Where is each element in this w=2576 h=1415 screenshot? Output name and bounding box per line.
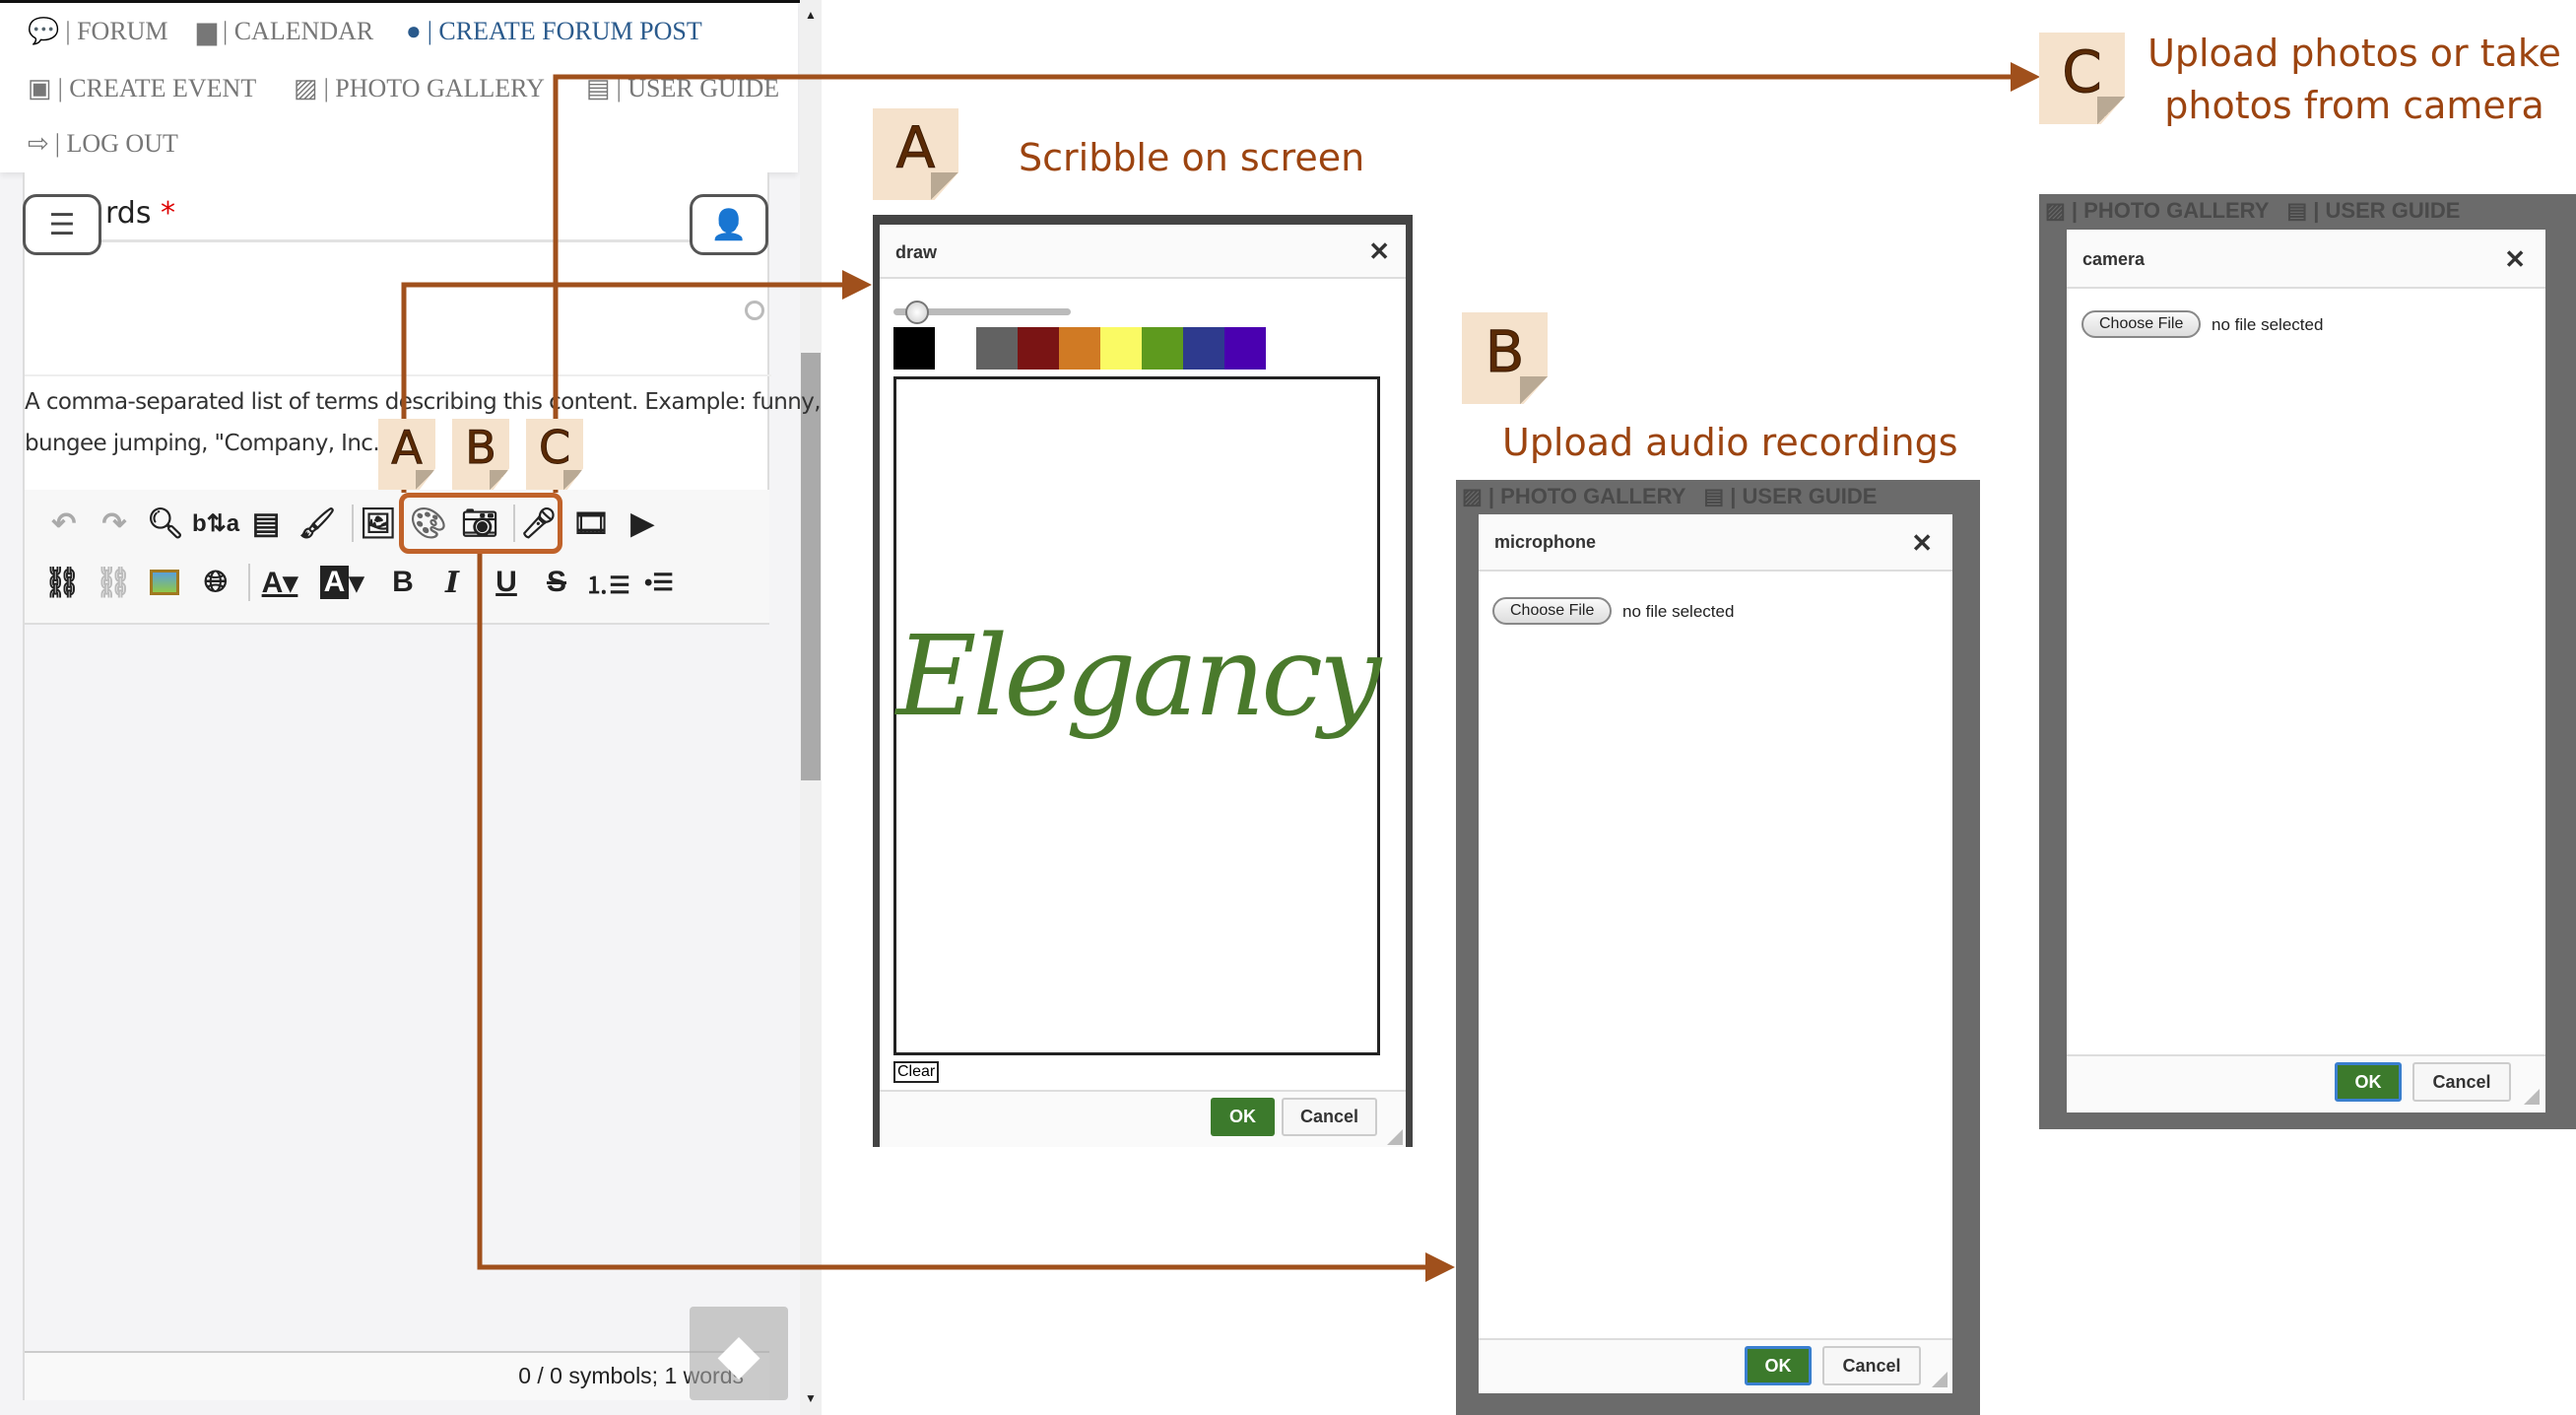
color-swatch[interactable] <box>1142 327 1183 370</box>
color-swatch[interactable] <box>1059 327 1100 370</box>
camera-dialog-title: camera <box>2082 249 2146 269</box>
caption-c: Upload photos or take photos from camera <box>2147 32 2561 127</box>
label-b: B <box>1462 312 1548 404</box>
backdrop-nav: ▨ | PHOTO GALLERY ▤ | USER GUIDE <box>2045 198 2461 223</box>
ok-button[interactable]: OK <box>1211 1098 1275 1136</box>
resize-grip[interactable] <box>2524 1089 2540 1105</box>
label-c: C <box>2039 33 2125 124</box>
backdrop-nav: ▨ | PHOTO GALLERY ▤ | USER GUIDE <box>1462 484 1878 508</box>
color-swatch[interactable] <box>1100 327 1142 370</box>
close-icon[interactable]: ✕ <box>1911 528 1933 559</box>
file-status: no file selected <box>2212 315 2324 334</box>
clear-button[interactable]: Clear <box>893 1061 940 1083</box>
color-swatch[interactable] <box>935 327 976 370</box>
color-swatch[interactable] <box>1018 327 1059 370</box>
choose-file-button[interactable]: Choose File <box>1492 597 1613 625</box>
draw-dialog-header: draw ✕ <box>880 225 1406 279</box>
cancel-button[interactable]: Cancel <box>1282 1098 1377 1136</box>
cancel-button[interactable]: Cancel <box>2412 1062 2511 1102</box>
ok-button[interactable]: OK <box>1745 1346 1812 1385</box>
camera-dialog: camera ✕ Choose File no file selected OK… <box>2067 230 2545 1112</box>
label-c-small: C <box>526 419 583 490</box>
close-icon[interactable]: ✕ <box>2504 244 2526 275</box>
ok-button[interactable]: OK <box>2335 1062 2402 1102</box>
caption-b: Upload audio recordings <box>1502 421 1958 464</box>
color-swatch[interactable] <box>1224 327 1266 370</box>
color-swatches <box>893 327 1266 370</box>
camera-dialog-backdrop: ▨ | PHOTO GALLERY ▤ | USER GUIDE camera … <box>2039 194 2576 1129</box>
mic-dialog-header: microphone ✕ <box>1479 514 1952 572</box>
label-a-small: A <box>378 419 435 490</box>
caption-a: Scribble on screen <box>1019 136 1365 179</box>
slider-knob[interactable] <box>905 301 929 324</box>
resize-grip[interactable] <box>1932 1372 1948 1387</box>
choose-file-button[interactable]: Choose File <box>2081 310 2202 338</box>
mic-dialog-title: microphone <box>1494 532 1597 552</box>
brush-size-slider[interactable] <box>893 301 1071 324</box>
color-swatch[interactable] <box>1183 327 1224 370</box>
color-swatch[interactable] <box>893 327 935 370</box>
drawing-canvas[interactable]: Elegancy <box>893 376 1381 1055</box>
drawing-scribble: Elegancy <box>895 612 1381 741</box>
file-status: no file selected <box>1622 602 1735 621</box>
draw-dialog: draw ✕ Elegancy Clear OK Cancel <box>873 215 1413 1147</box>
mic-dialog-backdrop: ▨ | PHOTO GALLERY ▤ | USER GUIDE microph… <box>1456 480 1980 1415</box>
camera-dialog-header: camera ✕ <box>2067 230 2545 289</box>
cancel-button[interactable]: Cancel <box>1822 1346 1921 1385</box>
color-swatch[interactable] <box>976 327 1018 370</box>
draw-dialog-title: draw <box>895 242 938 262</box>
close-icon[interactable]: ✕ <box>1368 236 1390 267</box>
resize-grip[interactable] <box>1387 1129 1403 1145</box>
label-a: A <box>873 108 958 200</box>
label-b-small: B <box>452 419 509 490</box>
mic-dialog: microphone ✕ Choose File no file selecte… <box>1479 514 1952 1393</box>
